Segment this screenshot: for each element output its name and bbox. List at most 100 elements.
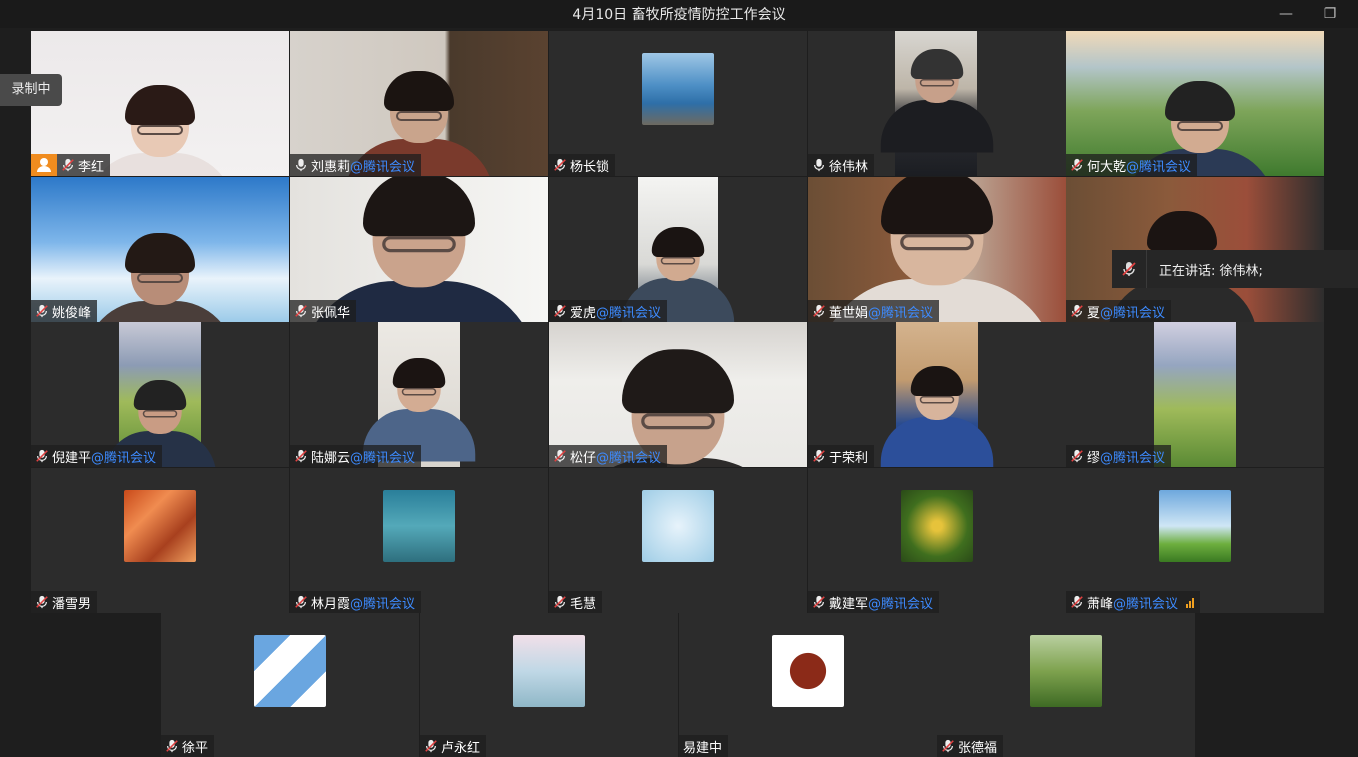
participant-name-label: 姚俊峰 [31, 300, 98, 322]
client-suffix: @腾讯会议 [1126, 159, 1192, 175]
muted-mic-icon [553, 449, 567, 463]
client-suffix: @腾讯会议 [350, 596, 416, 612]
participant-name-label: 戴建军 @腾讯会议 [808, 591, 940, 613]
muted-mic-icon [553, 158, 567, 172]
avatar [1159, 490, 1231, 562]
client-suffix: @腾讯会议 [1100, 450, 1166, 466]
participant-tile[interactable]: 松仔 @腾讯会议 [549, 322, 807, 467]
avatar [642, 53, 714, 125]
participant-tile[interactable]: 姚俊峰 [31, 177, 289, 322]
speaking-text: 正在讲话: 徐伟林; [1159, 263, 1263, 279]
participant-name: 缪 [1087, 450, 1101, 466]
participant-name: 戴建军 [829, 596, 869, 612]
participant-person [880, 366, 994, 467]
participant-name: 陆娜云 [311, 450, 351, 466]
muted-mic-icon [35, 304, 49, 318]
muted-mic-icon [35, 595, 49, 609]
participant-tile[interactable]: 董世娟 @腾讯会议 [808, 177, 1066, 322]
muted-mic-icon [553, 304, 567, 318]
muted-mic-icon [1070, 304, 1084, 318]
avatar [513, 635, 585, 707]
participant-tile[interactable]: 刘惠莉 @腾讯会议 [290, 31, 548, 176]
participant-name: 姚俊峰 [52, 305, 92, 321]
muted-mic-icon [1070, 595, 1084, 609]
participant-tile[interactable]: 戴建军 @腾讯会议 [808, 468, 1066, 613]
participant-name: 夏 [1087, 305, 1101, 321]
participant-name-label: 张佩华 [290, 300, 357, 322]
muted-mic-icon [294, 304, 308, 318]
recording-indicator[interactable]: 录制中 [0, 74, 62, 106]
participant-person [85, 233, 235, 322]
muted-mic-icon [1112, 250, 1147, 288]
muted-mic-icon [165, 739, 179, 753]
participant-tile[interactable]: 张德福 [937, 613, 1195, 757]
participant-name: 徐平 [182, 740, 209, 756]
participant-name-label: 何大乾 @腾讯会议 [1066, 154, 1198, 176]
participant-name: 董世娟 [829, 305, 869, 321]
muted-mic-icon [812, 449, 826, 463]
participant-tile[interactable]: 何大乾 @腾讯会议 [1066, 31, 1324, 176]
participant-name: 何大乾 [1087, 159, 1127, 175]
participant-person [880, 49, 994, 153]
participant-tile[interactable]: 徐平 [161, 613, 419, 757]
participant-name-label: 爱虎 @腾讯会议 [549, 300, 668, 322]
participant-tile[interactable]: 林月霞 @腾讯会议 [290, 468, 548, 613]
participant-name: 易建中 [683, 740, 723, 756]
avatar [1030, 635, 1102, 707]
mic-icon [294, 158, 308, 172]
participant-tile[interactable]: 徐伟林 [808, 31, 1066, 176]
avatar [772, 635, 844, 707]
participant-name: 杨长锁 [570, 159, 610, 175]
avatar [642, 490, 714, 562]
participant-tile[interactable]: 于荣利 [808, 322, 1066, 467]
client-suffix: @腾讯会议 [350, 450, 416, 466]
participant-name-label: 毛慧 [549, 591, 603, 613]
participant-name: 萧峰 [1087, 596, 1114, 612]
mic-icon [812, 158, 826, 172]
participant-name-label: 松仔 @腾讯会议 [549, 445, 668, 467]
participant-name-label: 徐平 [161, 735, 215, 757]
participant-name-label: 于荣利 [808, 445, 875, 467]
participant-tile[interactable]: 陆娜云 @腾讯会议 [290, 322, 548, 467]
muted-mic-icon [35, 449, 49, 463]
participant-tile[interactable]: 易建中 [679, 613, 937, 757]
participant-name: 松仔 [570, 450, 597, 466]
participant-name-label: 易建中 [679, 735, 729, 757]
muted-mic-icon [812, 304, 826, 318]
client-suffix: @腾讯会议 [596, 450, 662, 466]
speaking-indicator: 正在讲话: 徐伟林; [1112, 250, 1358, 288]
participant-name: 林月霞 [311, 596, 351, 612]
muted-mic-icon [941, 739, 955, 753]
host-user-icon [31, 154, 57, 176]
participant-name: 张佩华 [311, 305, 351, 321]
participant-tile[interactable]: 李红 [31, 31, 289, 176]
participant-tile[interactable]: 张佩华 [290, 177, 548, 322]
participant-tile[interactable]: 爱虎 @腾讯会议 [549, 177, 807, 322]
avatar [124, 490, 196, 562]
participant-tile[interactable]: 倪建平 @腾讯会议 [31, 322, 289, 467]
participant-name: 徐伟林 [829, 159, 869, 175]
participant-name: 刘惠莉 [311, 159, 351, 175]
participant-name-label: 倪建平 @腾讯会议 [31, 445, 163, 467]
network-signal-icon [1186, 596, 1195, 608]
participant-name: 毛慧 [570, 596, 597, 612]
participant-name-label: 卢永红 [420, 735, 487, 757]
client-suffix: @腾讯会议 [91, 450, 157, 466]
participant-name-label: 徐伟林 [808, 154, 875, 176]
participant-tile[interactable]: 毛慧 [549, 468, 807, 613]
client-suffix: @腾讯会议 [868, 305, 934, 321]
participant-tile[interactable]: 萧峰 @腾讯会议 [1066, 468, 1324, 613]
client-suffix: @腾讯会议 [596, 305, 662, 321]
participant-tile[interactable]: 卢永红 [420, 613, 678, 757]
participant-tile[interactable]: 缪 @腾讯会议 [1066, 322, 1324, 467]
participant-name-label: 林月霞 @腾讯会议 [290, 591, 422, 613]
muted-mic-icon [553, 595, 567, 609]
participant-tile[interactable]: 潘雪男 [31, 468, 289, 613]
participant-tile[interactable]: 杨长锁 [549, 31, 807, 176]
participant-grid: 李红 刘惠莉 @腾讯会议 杨长锁 徐伟林 何大乾 @腾讯会议 姚俊峰 张佩华 爱虎 @腾讯会议 董世娟… [0, 0, 1358, 757]
participant-name: 于荣利 [829, 450, 869, 466]
client-suffix: @腾讯会议 [868, 596, 934, 612]
avatar [254, 635, 326, 707]
participant-name-label: 缪 @腾讯会议 [1066, 445, 1172, 467]
participant-name-label: 杨长锁 [549, 154, 616, 176]
